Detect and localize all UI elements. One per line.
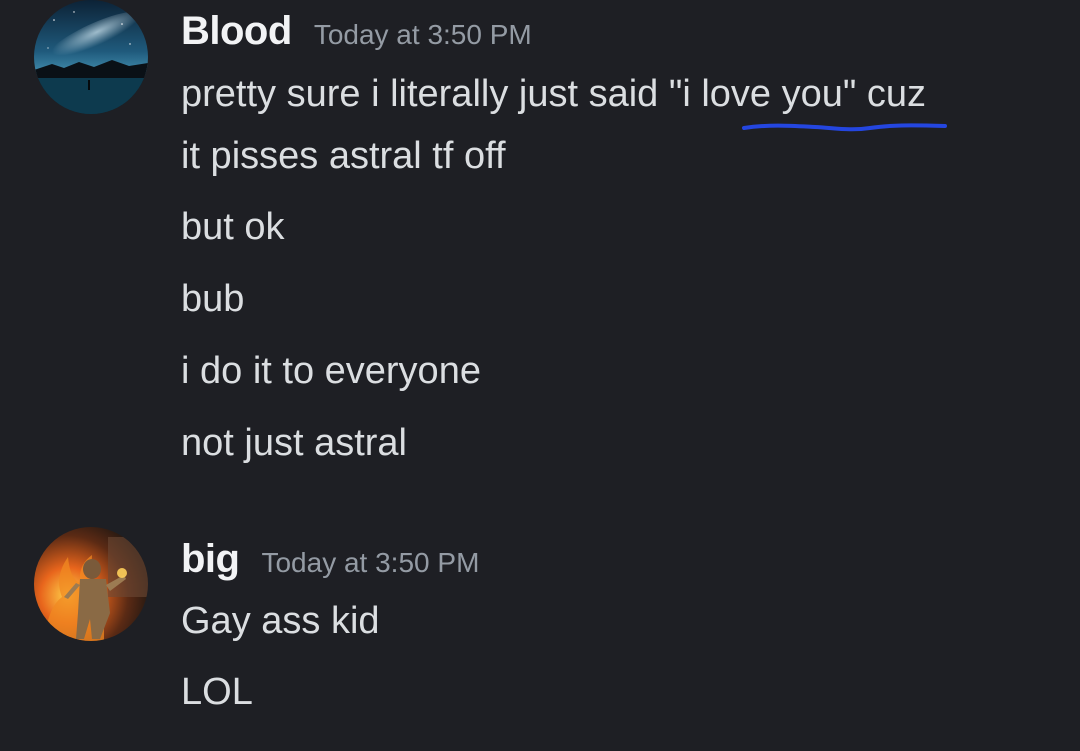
chat-message-list: Blood Today at 3:50 PM pretty sure i lite… (0, 0, 1080, 751)
timestamp[interactable]: Today at 3:50 PM (314, 19, 532, 50)
username[interactable]: big (181, 537, 240, 581)
night-sky-avatar-icon (34, 0, 148, 114)
message-text: but ok (181, 206, 285, 248)
message-text: Gay ass kid (181, 600, 380, 642)
message-text: i do it to everyone (181, 350, 481, 392)
message-text: LOL (181, 671, 253, 713)
username[interactable]: Blood (181, 9, 292, 53)
message-text: it pisses astral tf off (181, 135, 506, 177)
message-text: pretty sure i literally just said "i lov… (181, 73, 927, 115)
message-header: Blood Today at 3:50 PM (181, 9, 532, 54)
fire-warrior-avatar-icon (34, 527, 148, 641)
underline-scribble (742, 123, 947, 132)
avatar[interactable] (34, 0, 148, 114)
message-header: big Today at 3:50 PM (181, 537, 479, 582)
timestamp[interactable]: Today at 3:50 PM (261, 547, 479, 578)
avatar[interactable] (34, 527, 148, 641)
message-text: not just astral (181, 422, 407, 464)
message-text: bub (181, 278, 245, 320)
